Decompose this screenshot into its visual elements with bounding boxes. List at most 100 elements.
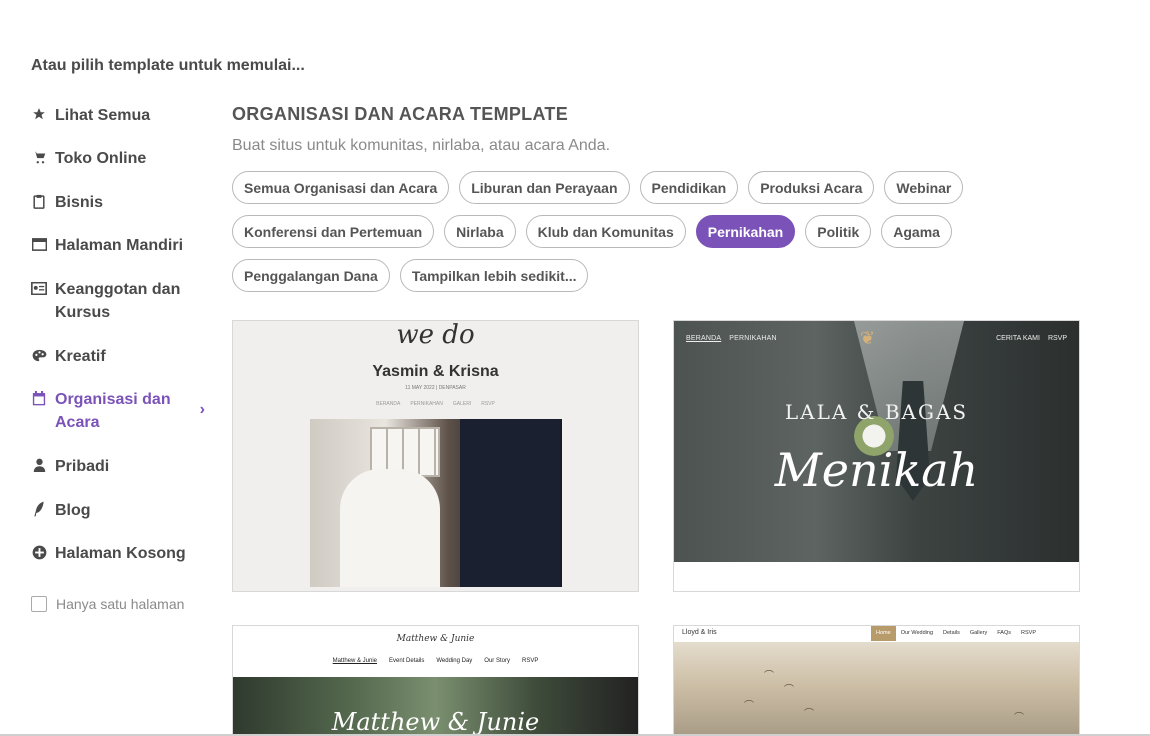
template-nav-item: Event Details xyxy=(389,658,425,664)
category-chips: Semua Organisasi dan Acara Liburan dan P… xyxy=(232,171,992,292)
template-card-matthew-junie[interactable]: Matthew & Junie Matthew & Junie Event De… xyxy=(232,625,639,736)
category-sidebar: Lihat Semua Toko Online Bisnis Halaman M… xyxy=(31,104,211,612)
template-nav-item: RSVP xyxy=(1047,335,1067,342)
template-nav-left: BERANDA PERNIKAHAN xyxy=(686,335,785,342)
bird-icon: ︵ xyxy=(804,702,814,713)
template-nav-item: FAQs xyxy=(997,630,1012,636)
template-card-lloyd-iris[interactable]: Lloyd & Iris Home Our Wedding Details Ga… xyxy=(673,625,1080,736)
chip-liburan[interactable]: Liburan dan Perayaan xyxy=(459,171,630,204)
palette-icon xyxy=(31,347,47,363)
chip-webinar[interactable]: Webinar xyxy=(884,171,964,204)
template-section: ORGANISASI DAN ACARA TEMPLATE Buat situs… xyxy=(232,104,1092,292)
sidebar-item-label: Pribadi xyxy=(55,458,110,475)
section-title: ORGANISASI DAN ACARA TEMPLATE xyxy=(232,104,569,124)
bird-icon: ︵ xyxy=(744,694,754,705)
template-nav-item: PERNIKAHAN xyxy=(410,401,443,407)
chip-penggalangan-dana[interactable]: Penggalangan Dana xyxy=(232,259,390,292)
template-nav-item: RSVP xyxy=(521,658,539,664)
chip-agama[interactable]: Agama xyxy=(881,215,952,248)
bride-graphic xyxy=(340,469,440,587)
template-nav-item: Wedding Day xyxy=(436,658,473,664)
sidebar-item-label: Kreatif xyxy=(55,348,106,365)
cart-icon xyxy=(31,149,47,165)
template-nav-item: RSVP xyxy=(1021,630,1036,636)
sidebar-item-bisnis[interactable]: Bisnis xyxy=(31,191,211,234)
chip-pendidikan[interactable]: Pendidikan xyxy=(639,171,739,204)
template-date: 11 MAY 2022 | DENPASAR xyxy=(405,385,466,391)
calendar-icon xyxy=(31,390,47,406)
person-icon xyxy=(31,457,47,473)
template-brand: Lloyd & Iris xyxy=(682,629,717,636)
sidebar-item-label: Keanggotan dan Kursus xyxy=(55,281,181,321)
template-nav-item: RSVP xyxy=(481,401,495,407)
template-nav-item: BERANDA xyxy=(686,335,722,342)
bird-icon: ︵ xyxy=(784,678,794,689)
template-nav-item: GALERI xyxy=(452,401,472,407)
hero-photo xyxy=(674,321,1079,562)
sidebar-item-organisasi-dan-acara[interactable]: Organisasi dan Acara › xyxy=(31,388,211,455)
template-nav-item: BERANDA xyxy=(376,401,401,407)
groom-graphic xyxy=(460,419,560,587)
doves-icon: ❦ xyxy=(860,328,876,348)
template-nav-item: Gallery xyxy=(969,630,988,636)
template-card-lala-bagas[interactable]: BERANDA PERNIKAHAN ❦ CERITA KAMI RSVP LALA… xyxy=(673,320,1080,592)
template-nav-item: Our Wedding xyxy=(900,630,934,636)
hero-photo: ︵ ︵ ︵ ︵ ︵ xyxy=(674,642,1079,735)
chip-nirlaba[interactable]: Nirlaba xyxy=(444,215,516,248)
chip-konferensi[interactable]: Konferensi dan Pertemuan xyxy=(232,215,435,248)
single-page-filter[interactable]: Hanya satu halaman xyxy=(31,596,211,612)
chevron-right-icon: › xyxy=(199,401,205,418)
template-names: Yasmin & Krisna xyxy=(372,363,499,380)
sidebar-item-halaman-mandiri[interactable]: Halaman Mandiri xyxy=(31,234,211,278)
show-less-button[interactable]: Tampilkan lebih sedikit... xyxy=(399,259,589,292)
clipboard-icon xyxy=(31,193,47,209)
chip-pernikahan[interactable]: Pernikahan xyxy=(695,215,796,248)
wedding-photo xyxy=(310,419,562,587)
single-page-checkbox[interactable] xyxy=(31,596,47,612)
template-nav-item: Matthew & Junie xyxy=(332,658,378,664)
sidebar-item-kreatif[interactable]: Kreatif xyxy=(31,345,211,388)
chip-produksi-acara[interactable]: Produksi Acara xyxy=(748,171,875,204)
sidebar-item-label: Blog xyxy=(55,502,91,519)
sidebar-item-label: Bisnis xyxy=(55,194,104,211)
sidebar-item-blog[interactable]: Blog xyxy=(31,499,211,542)
sidebar-item-halaman-kosong[interactable]: Halaman Kosong xyxy=(31,542,211,576)
id-card-icon xyxy=(31,280,47,296)
template-nav-item: PERNIKAHAN xyxy=(729,335,777,342)
template-script-logo: Matthew & Junie xyxy=(396,634,475,644)
template-headline: Menikah xyxy=(774,443,979,497)
template-script-logo: we do xyxy=(396,320,475,350)
template-nav: Matthew & Junie Event Details Wedding Da… xyxy=(233,658,638,664)
template-card-yasmin-krisna[interactable]: we do Yasmin & Krisna 11 MAY 2022 | DENP… xyxy=(232,320,639,592)
chip-klub[interactable]: Klub dan Komunitas xyxy=(525,215,686,248)
sidebar-item-label: Halaman Kosong xyxy=(55,545,186,562)
bird-icon: ︵ xyxy=(764,664,774,675)
bird-icon: ︵ xyxy=(1014,706,1024,717)
chip-semua-organisasi[interactable]: Semua Organisasi dan Acara xyxy=(232,171,450,204)
sidebar-item-label: Organisasi dan Acara xyxy=(55,391,171,431)
single-page-label: Hanya satu halaman xyxy=(56,596,185,612)
sidebar-item-pribadi[interactable]: Pribadi xyxy=(31,455,211,499)
quill-icon xyxy=(31,501,47,517)
template-nav-item: Home xyxy=(871,626,896,641)
template-nav-item: CERITA KAMI xyxy=(996,335,1040,342)
template-couple-names: LALA & BAGAS xyxy=(784,400,969,424)
sidebar-item-label: Lihat Semua xyxy=(55,107,151,124)
template-nav-item: Details xyxy=(943,630,960,636)
template-nav: BERANDA PERNIKAHAN GALERI RSVP xyxy=(233,401,638,407)
sidebar-item-lihat-semua[interactable]: Lihat Semua xyxy=(31,104,211,147)
template-nav: Home Our Wedding Details Gallery FAQs RS… xyxy=(871,626,1041,641)
intro-heading: Atau pilih template untuk memulai... xyxy=(31,57,305,74)
plus-circle-icon xyxy=(31,544,47,560)
sidebar-item-label: Halaman Mandiri xyxy=(55,237,184,254)
chip-politik[interactable]: Politik xyxy=(805,215,872,248)
sidebar-item-keanggotan-dan-kursus[interactable]: Keanggotan dan Kursus xyxy=(31,278,211,345)
sidebar-item-toko-online[interactable]: Toko Online xyxy=(31,147,211,191)
window-icon xyxy=(31,236,47,252)
template-headline: Matthew & Junie xyxy=(331,708,540,736)
sidebar-item-label: Toko Online xyxy=(55,150,147,167)
template-nav-item: Our Story xyxy=(484,658,510,664)
template-nav-right: CERITA KAMI RSVP xyxy=(988,335,1067,342)
section-subtitle: Buat situs untuk komunitas, nirlaba, ata… xyxy=(232,137,611,154)
star-icon xyxy=(31,106,47,122)
